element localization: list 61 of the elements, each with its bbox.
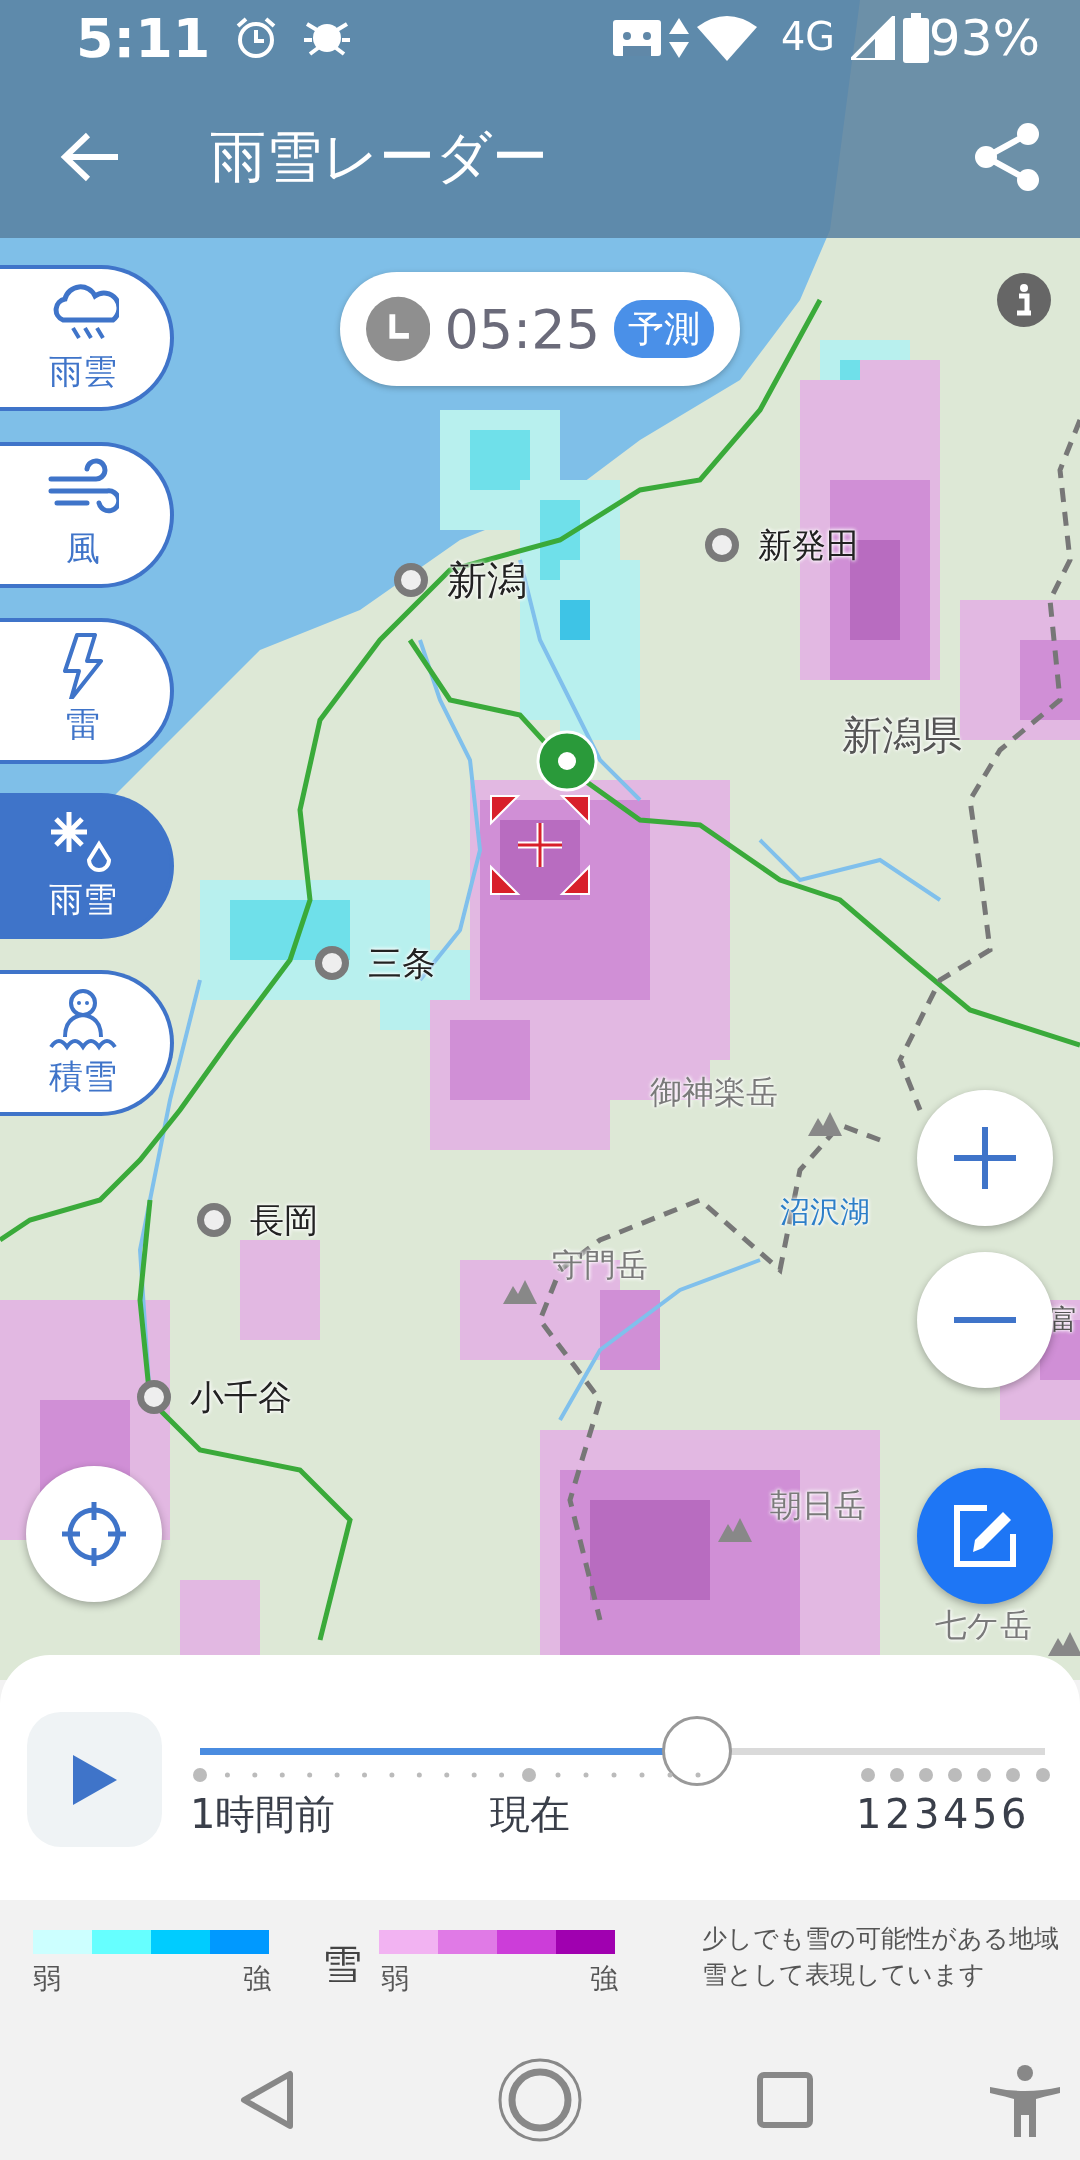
mountain-icon xyxy=(718,1518,752,1542)
timeline-hour-label: 2 xyxy=(885,1790,911,1838)
place-label: 小千谷 xyxy=(190,1380,292,1414)
timeline-hour-label: 1 xyxy=(856,1790,882,1838)
legend-strong-label: 強 xyxy=(243,1964,271,1995)
layer-tab[interactable]: 雷 xyxy=(0,618,174,764)
cell-signal-icon xyxy=(850,16,895,60)
place-label: 七ケ岳 xyxy=(935,1609,1032,1641)
mountain-icon xyxy=(808,1112,842,1136)
clock-icon xyxy=(366,296,431,362)
cassette-icon xyxy=(612,20,661,56)
timeline-hour-label: 5 xyxy=(972,1790,998,1838)
network-type: 4G xyxy=(780,14,835,62)
place-label: 沼沢湖 xyxy=(780,1197,870,1227)
location-pin-icon xyxy=(536,730,598,792)
crosshair-icon xyxy=(62,1502,126,1566)
place-label: 長岡 xyxy=(250,1203,318,1237)
legend-note: 雪として表現しています xyxy=(702,1961,985,1989)
share-icon[interactable] xyxy=(974,122,1040,192)
battery-percent: 93% xyxy=(928,7,1040,69)
crosshair-target-icon xyxy=(490,795,590,895)
layer-tab[interactable]: 風 xyxy=(0,442,174,588)
back-nav-icon[interactable] xyxy=(240,2070,296,2130)
legend-strong-label: 強 xyxy=(590,1964,618,1995)
timeline-start-label: 1時間前 xyxy=(190,1790,336,1838)
edit-icon xyxy=(953,1504,1017,1568)
timeline-now-label: 現在 xyxy=(490,1790,570,1838)
legend-snow-label: 雪 xyxy=(322,1942,362,1986)
layer-tab[interactable]: 積雪 xyxy=(0,970,174,1116)
back-arrow-icon[interactable] xyxy=(60,132,120,182)
place-label: 新発田 xyxy=(758,528,860,562)
forecast-time: 05:25 xyxy=(444,296,600,363)
place-label: 新潟県 xyxy=(842,715,962,755)
place-label: 御神楽岳 xyxy=(650,1076,778,1108)
info-icon[interactable] xyxy=(997,273,1051,327)
place-label: 守門岳 xyxy=(552,1249,648,1281)
timeline-hour-label: 4 xyxy=(943,1790,969,1838)
accessibility-icon[interactable] xyxy=(990,2065,1060,2137)
page-title: 雨雪レーダー xyxy=(210,123,549,191)
timeline-hour-label: 6 xyxy=(1001,1790,1027,1838)
play-button[interactable] xyxy=(27,1712,162,1847)
layer-tab[interactable]: 雨雪 xyxy=(0,793,174,939)
place-label: 新潟 xyxy=(447,560,527,600)
mountain-icon xyxy=(503,1280,537,1304)
data-arrows-icon xyxy=(668,18,689,58)
place-label: 三条 xyxy=(368,946,436,980)
home-nav-icon[interactable] xyxy=(497,2057,583,2143)
legend-weak-label: 弱 xyxy=(33,1964,61,1995)
timeline-hour-label: 3 xyxy=(914,1790,940,1838)
play-icon xyxy=(72,1754,117,1805)
minus-icon xyxy=(954,1316,1016,1324)
wifi-icon xyxy=(696,15,757,61)
layer-tab[interactable]: 雨雲 xyxy=(0,265,174,411)
battery-icon xyxy=(902,13,929,63)
legend-weak-label: 弱 xyxy=(381,1964,409,1995)
forecast-badge: 予測 xyxy=(614,300,714,358)
plus-icon xyxy=(954,1127,1016,1189)
place-label: 朝日岳 xyxy=(770,1489,866,1521)
recents-nav-icon[interactable] xyxy=(757,2072,813,2128)
status-time: 5:11 xyxy=(76,5,211,72)
legend-note: 少しでも雪の可能性がある地域 xyxy=(702,1925,1059,1953)
